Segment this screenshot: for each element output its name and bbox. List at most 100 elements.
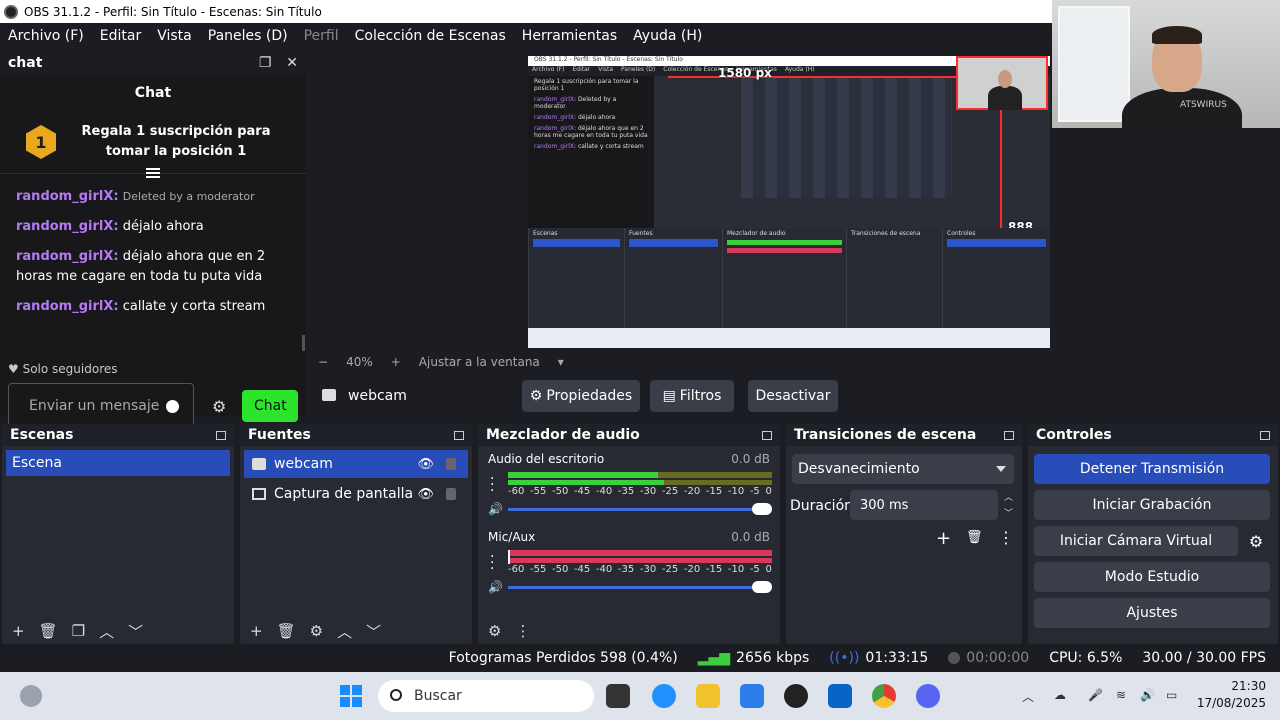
sub-gift-banner[interactable]: 1 Regala 1 suscripción para tomar la pos…	[0, 111, 306, 173]
obs-taskbar-icon[interactable]	[784, 684, 808, 708]
float-icon[interactable]	[454, 430, 464, 440]
clock[interactable]: 21:30 17/08/2025	[1197, 678, 1266, 712]
float-icon[interactable]	[762, 430, 772, 440]
chat-settings-icon[interactable]: ⚙	[212, 397, 226, 416]
advanced-audio-gear-icon[interactable]: ⚙	[488, 622, 501, 640]
menu-perfil[interactable]: Perfil	[296, 28, 347, 44]
zoom-in-button[interactable]: +	[391, 355, 401, 369]
start-virtual-camera-button[interactable]: Iniciar Cámara Virtual	[1034, 526, 1238, 556]
preview-webcam-source[interactable]	[956, 56, 1048, 110]
speaker-icon[interactable]: 🔊	[488, 580, 503, 594]
scenes-list: Escena	[2, 446, 234, 620]
windows-start-icon[interactable]	[340, 685, 362, 707]
source-item-webcam[interactable]: webcam 👁	[244, 450, 468, 478]
kebab-menu-icon[interactable]: ⋮	[998, 528, 1014, 547]
chevron-down-icon[interactable]: ﹀	[128, 621, 143, 642]
add-icon[interactable]: +	[936, 528, 951, 549]
menu-coleccion-escenas[interactable]: Colección de Escenas	[347, 28, 514, 44]
store-icon[interactable]	[740, 684, 764, 708]
chrome-icon[interactable]	[872, 684, 896, 708]
float-icon[interactable]: ❐	[259, 55, 272, 71]
volume-slider[interactable]	[508, 503, 772, 515]
volume-slider-handle[interactable]	[752, 503, 772, 515]
source-item-screen-capture[interactable]: Captura de pantalla 👁	[244, 480, 468, 508]
preview-canvas[interactable]: OBS 31.1.2 - Perfil: Sin Título - Escena…	[528, 56, 1050, 348]
start-recording-button[interactable]: Iniciar Grabación	[1034, 490, 1270, 520]
spin-down-icon[interactable]: ﹀	[1004, 506, 1013, 519]
kebab-menu-icon[interactable]: ⋮	[515, 622, 530, 640]
edge-icon[interactable]	[652, 684, 676, 708]
trash-icon[interactable]: 🗑	[966, 530, 983, 545]
menu-herramientas[interactable]: Herramientas	[514, 28, 625, 44]
properties-button[interactable]: ⚙ Propiedades	[522, 380, 640, 412]
kebab-menu-icon[interactable]: · · ·	[490, 550, 494, 576]
cloud-icon[interactable]: ☁	[1054, 688, 1066, 702]
wifi-icon[interactable]: ≋	[1116, 688, 1126, 702]
chevron-up-icon[interactable]: ︿	[99, 621, 114, 642]
menu-icon[interactable]	[146, 168, 160, 180]
menu-editar[interactable]: Editar	[92, 28, 149, 44]
mini-dock-controls: Controles	[942, 228, 1050, 328]
menu-ayuda[interactable]: Ayuda (H)	[625, 28, 710, 44]
transition-select[interactable]: Desvanecimiento	[792, 454, 1014, 484]
scene-item[interactable]: Escena	[6, 450, 230, 476]
menu-archivo[interactable]: Archivo (F)	[0, 28, 92, 44]
lock-icon[interactable]	[446, 458, 456, 470]
settings-button[interactable]: Ajustes	[1034, 598, 1270, 628]
chat-send-button[interactable]: Chat	[242, 390, 299, 422]
fit-window-option[interactable]: Ajustar a la ventana	[419, 355, 540, 369]
zoom-out-button[interactable]: −	[318, 355, 328, 369]
file-explorer-icon[interactable]	[696, 684, 720, 708]
lock-icon[interactable]	[446, 488, 456, 500]
zoom-dropdown-chevron-icon[interactable]: ▾	[558, 355, 564, 369]
chat-username[interactable]: random_girlX	[16, 249, 113, 264]
controls-title: Controles	[1036, 427, 1112, 443]
add-icon[interactable]: +	[250, 622, 263, 640]
deactivate-button[interactable]: Desactivar	[748, 380, 838, 412]
outlook-icon[interactable]	[828, 684, 852, 708]
eye-icon[interactable]: 👁	[417, 487, 434, 502]
trash-icon[interactable]: 🗑	[39, 622, 58, 640]
copy-icon[interactable]: ❐	[72, 622, 85, 640]
studio-mode-button[interactable]: Modo Estudio	[1034, 562, 1270, 592]
filters-button[interactable]: ▤ Filtros	[650, 380, 734, 412]
volume-slider[interactable]	[508, 581, 772, 593]
emoji-icon[interactable]	[166, 399, 179, 413]
chevron-up-icon[interactable]: ︿	[337, 621, 352, 642]
menu-vista[interactable]: Vista	[149, 28, 200, 44]
stop-stream-button[interactable]: Detener Transmisión	[1034, 454, 1270, 484]
menu-paneles[interactable]: Paneles (D)	[200, 28, 296, 44]
microphone-icon[interactable]: 🎤	[1088, 688, 1103, 702]
eye-icon[interactable]: 👁	[417, 457, 434, 472]
gear-icon[interactable]: ⚙	[310, 622, 323, 640]
trash-icon[interactable]: 🗑	[277, 622, 296, 640]
task-view-icon[interactable]	[606, 684, 630, 708]
title-bar: OBS 31.1.2 - Perfil: Sin Título - Escena…	[0, 0, 1052, 23]
spin-up-icon[interactable]: ︿	[1004, 490, 1013, 503]
duration-input[interactable]: 300 ms	[850, 490, 998, 520]
volume-icon[interactable]: 🔊	[1140, 688, 1155, 702]
gear-icon: ⚙	[529, 388, 543, 404]
chat-message: random_girlX: callate y corta stream	[16, 299, 266, 314]
taskbar-search[interactable]: Buscar	[378, 680, 594, 712]
chat-username[interactable]: random_girlX	[16, 189, 113, 204]
discord-icon[interactable]	[916, 684, 940, 708]
chat-username[interactable]: random_girlX	[16, 219, 113, 234]
kebab-menu-icon[interactable]: · · ·	[490, 472, 494, 498]
chat-message-text: Deleted by a moderator	[122, 190, 255, 203]
battery-icon[interactable]: ▭	[1166, 688, 1177, 702]
widgets-icon[interactable]	[20, 685, 42, 707]
close-icon[interactable]: ✕	[286, 55, 298, 71]
chat-username[interactable]: random_girlX	[16, 299, 113, 314]
float-icon[interactable]	[216, 430, 226, 440]
volume-slider-handle[interactable]	[752, 581, 772, 593]
add-icon[interactable]: +	[12, 622, 25, 640]
virtual-camera-settings-gear-icon[interactable]: ⚙	[1242, 526, 1270, 556]
float-icon[interactable]	[1260, 430, 1270, 440]
chevron-down-icon[interactable]: ﹀	[366, 621, 381, 642]
float-icon[interactable]	[1004, 430, 1014, 440]
chat-scrollbar[interactable]	[302, 335, 305, 351]
chevron-up-icon[interactable]: ︿	[1022, 688, 1034, 705]
chat-message-input[interactable]: Enviar un mensaje	[8, 383, 194, 429]
speaker-icon[interactable]: 🔊	[488, 502, 503, 516]
